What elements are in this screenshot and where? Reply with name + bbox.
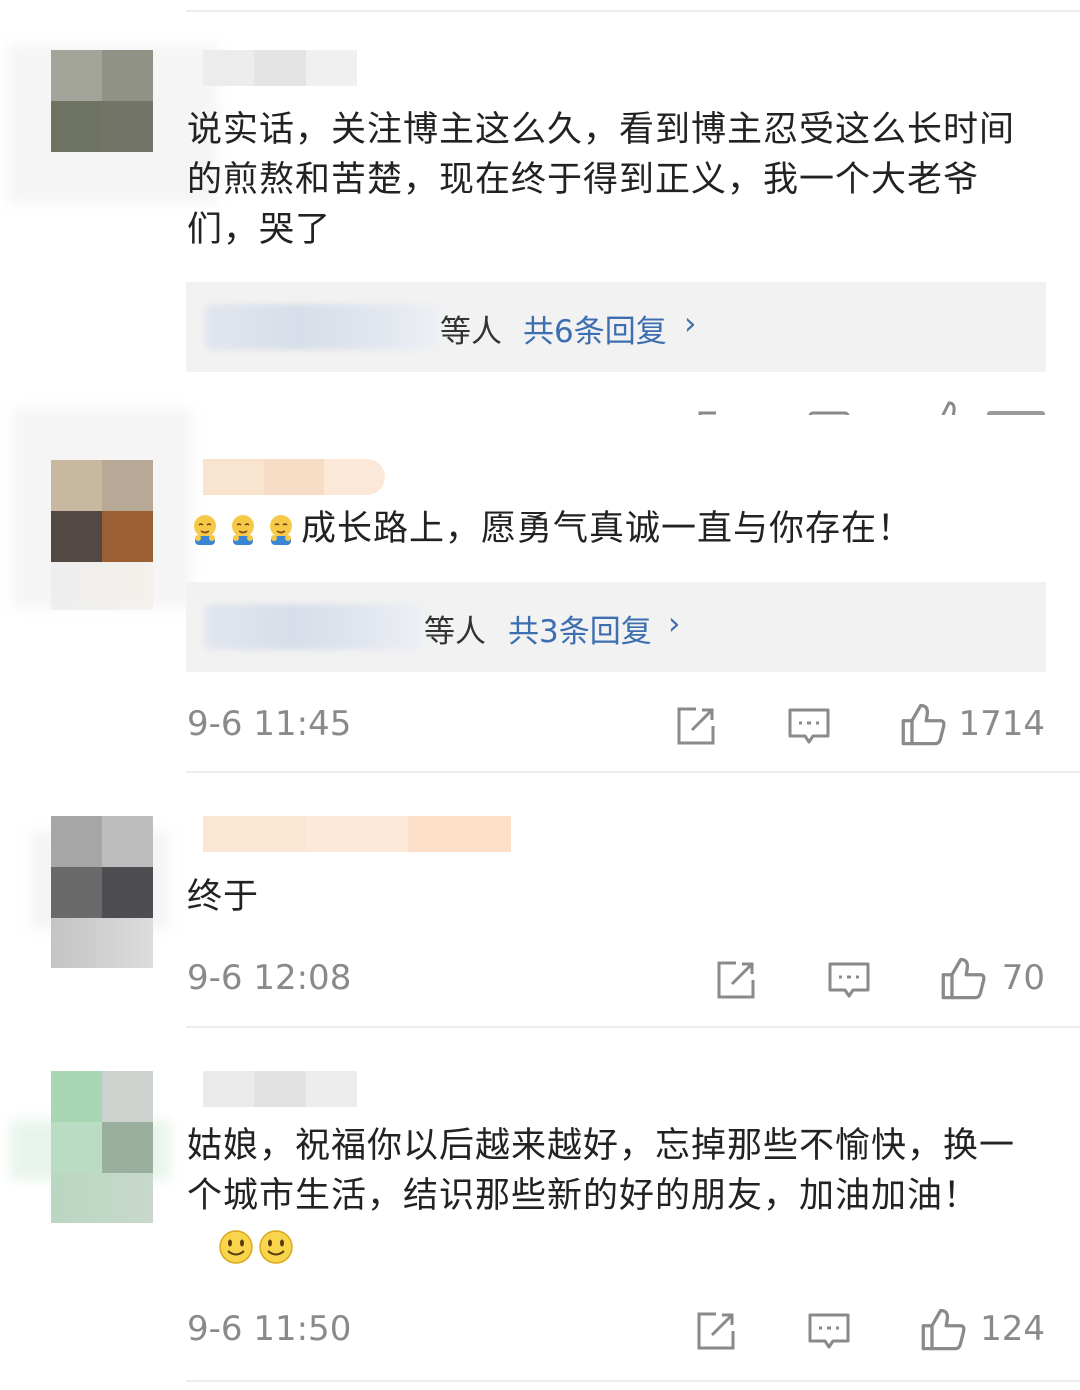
smile-emoji	[259, 1230, 293, 1264]
crying-face-emoji	[194, 515, 216, 545]
share-icon[interactable]	[714, 958, 758, 1002]
comment-icon[interactable]	[827, 958, 871, 1002]
comment-text-row: 成长路上，愿勇气真诚一直与你存在！	[187, 504, 1037, 554]
comment-text: 说实话，关注博主这么久，看到博主忍受这么长时间的煎熬和苦楚，现在终于得到正义，我…	[187, 110, 1016, 250]
chevron-right-icon[interactable]: ›	[684, 306, 696, 342]
replier-names-redacted	[204, 304, 440, 350]
comment-divider	[186, 1026, 1080, 1028]
reply-count-link[interactable]: 共6条回复	[523, 306, 667, 351]
meta-row: 9-6 11:50 124	[187, 1308, 1047, 1359]
like-count: 1714	[958, 704, 1045, 744]
like-icon[interactable]	[940, 954, 988, 1002]
timestamp: 9-6 11:50	[187, 1309, 352, 1349]
crying-face-emoji	[232, 515, 254, 545]
like-count: 124	[980, 1309, 1045, 1349]
like-icon[interactable]	[900, 700, 948, 748]
like-count: 70	[1001, 958, 1045, 998]
share-icon[interactable]	[694, 407, 738, 415]
replier-names-redacted	[204, 604, 426, 650]
share-icon[interactable]	[674, 704, 718, 748]
comment-text-row: 姑娘，祝福你以后越来越好，忘掉那些不愉快，换一个城市生活，结识那些新的好的朋友，…	[187, 1121, 1037, 1271]
share-icon[interactable]	[694, 1309, 738, 1353]
avatar[interactable]	[51, 816, 153, 918]
comment-text: 成长路上，愿勇气真诚一直与你存在！	[301, 509, 914, 549]
replies-box[interactable]: 等人 共3条回复 ›	[186, 582, 1046, 672]
like-icon[interactable]	[920, 1305, 968, 1353]
replies-suffix: 等人	[424, 614, 486, 650]
reply-count-link[interactable]: 共3条回复	[508, 606, 652, 651]
meta-row-clipped	[187, 393, 1047, 415]
comment-text: 终于	[187, 877, 260, 917]
username-redacted[interactable]	[203, 816, 512, 852]
timestamp: 9-6 12:08	[187, 958, 352, 998]
crying-face-emoji	[270, 515, 292, 545]
avatar[interactable]	[51, 1071, 153, 1173]
comment-text: 姑娘，祝福你以后越来越好，忘掉那些不愉快，换一个城市生活，结识那些新的好的朋友，…	[187, 1126, 1016, 1216]
replies-box[interactable]: 等人 共6条回复 ›	[186, 282, 1046, 372]
top-divider	[186, 10, 1080, 12]
timestamp: 9-6 11:45	[187, 704, 352, 744]
meta-row: 9-6 12:08 70	[187, 957, 1047, 1008]
comment-icon[interactable]	[807, 1309, 851, 1353]
username-redacted[interactable]	[203, 459, 385, 495]
chevron-right-icon[interactable]: ›	[668, 606, 680, 642]
comment-icon[interactable]	[787, 704, 831, 748]
bottom-divider	[186, 1380, 1080, 1382]
comment-divider	[186, 771, 1080, 773]
replies-suffix: 等人	[440, 314, 502, 350]
comment-icon[interactable]	[807, 407, 851, 415]
smile-emoji	[219, 1230, 253, 1264]
like-icon[interactable]	[927, 399, 971, 415]
meta-row: 9-6 11:45 1714	[187, 703, 1047, 754]
username-redacted[interactable]	[203, 50, 357, 86]
avatar[interactable]	[51, 50, 153, 152]
username-redacted[interactable]	[203, 1071, 357, 1107]
avatar[interactable]	[51, 460, 153, 562]
